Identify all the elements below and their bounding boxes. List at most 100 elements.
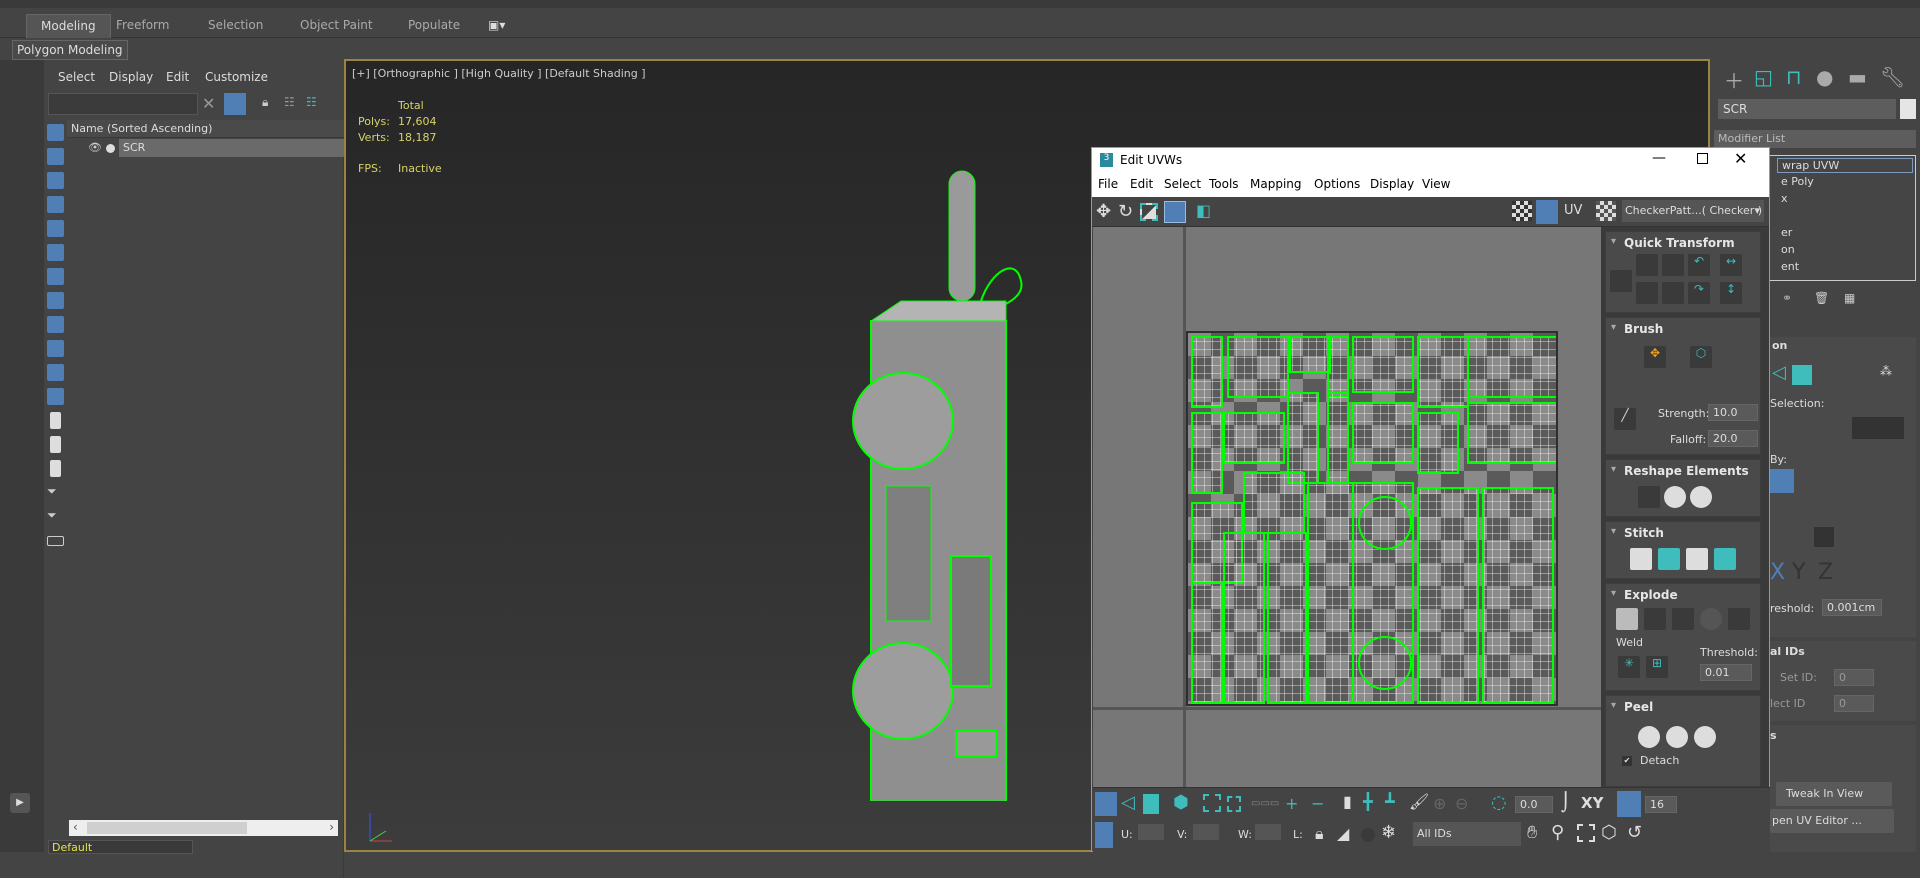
zoom-icon[interactable]: ⚲ <box>1551 822 1564 843</box>
shapes-filter-icon[interactable] <box>47 148 64 165</box>
polygon-mode-icon[interactable] <box>1143 794 1159 814</box>
uv-island[interactable] <box>1327 336 1349 398</box>
tab-selection[interactable]: Selection <box>208 14 263 38</box>
make-unique-icon[interactable]: ⚭ <box>1782 291 1792 305</box>
grow-ring-icon[interactable]: ╋ <box>1363 792 1373 811</box>
snap-icon[interactable]: ↺ <box>1627 822 1642 843</box>
selection-set-icon[interactable] <box>47 536 64 546</box>
set-pivot-icon[interactable] <box>1610 270 1632 292</box>
brush-falloff-icon[interactable]: ╱ <box>1614 408 1636 430</box>
select-id-spinner[interactable]: 0 <box>1834 695 1874 712</box>
u-field[interactable] <box>1138 824 1164 840</box>
none-filter-icon[interactable] <box>50 436 61 453</box>
create-tab-icon[interactable]: ＋ <box>1724 65 1744 94</box>
absolute-offset-icon[interactable] <box>1095 822 1113 848</box>
set-id-spinner[interactable]: 0 <box>1834 669 1874 686</box>
rollout-title[interactable]: Quick Transform <box>1611 236 1735 250</box>
uv-island[interactable] <box>1267 532 1307 704</box>
freeform-icon[interactable] <box>1164 201 1186 223</box>
align-v-left-icon[interactable] <box>1636 282 1658 304</box>
soft-selection-icon[interactable]: ◌ <box>1491 792 1507 813</box>
weld-selected-icon[interactable]: ✳ <box>1618 656 1640 678</box>
play-icon[interactable]: ▶ <box>10 793 30 813</box>
peel-mode-icon[interactable] <box>1666 726 1688 748</box>
uv-island[interactable] <box>1417 487 1479 704</box>
falloff-curve-icon[interactable]: ⌡ <box>1561 792 1570 813</box>
render-icon[interactable] <box>106 144 115 153</box>
v-field[interactable] <box>1193 824 1219 840</box>
column-header-name[interactable]: Name (Sorted Ascending) <box>67 120 344 138</box>
uv-island[interactable] <box>1307 482 1354 704</box>
zoom-region-icon[interactable] <box>1577 824 1595 842</box>
utilities-tab-icon[interactable]: 🔧︎ <box>1880 65 1905 89</box>
w-field[interactable] <box>1255 824 1281 840</box>
uv-island[interactable] <box>1191 336 1223 408</box>
y-axis-button[interactable]: Y <box>1792 560 1805 585</box>
containers-filter-icon[interactable] <box>47 340 64 357</box>
hide-icon[interactable]: ◢ <box>1337 824 1349 843</box>
lock-icon[interactable]: 🔒︎ <box>262 95 268 110</box>
pan-icon[interactable]: ✋︎ <box>1527 822 1537 843</box>
uv-island[interactable] <box>1467 402 1558 464</box>
uv-island[interactable] <box>1417 412 1459 474</box>
uv-island[interactable] <box>1352 336 1414 393</box>
edge-distance-icon[interactable] <box>1617 791 1641 817</box>
menu-file[interactable]: File <box>1098 177 1118 191</box>
isolate-icon[interactable] <box>1361 828 1375 842</box>
cameras-filter-icon[interactable] <box>47 196 64 213</box>
checker-icon[interactable] <box>1512 201 1532 221</box>
close-button[interactable]: ✕ <box>1734 149 1747 168</box>
tab-freeform[interactable]: Freeform <box>116 14 169 38</box>
shrink-brush-icon[interactable]: ⊖ <box>1455 794 1468 813</box>
menu-edit[interactable]: Edit <box>1130 177 1153 191</box>
uv-island[interactable] <box>1223 532 1265 704</box>
uv-island[interactable] <box>1327 392 1349 484</box>
enlarge-brush-icon[interactable]: ⊕ <box>1433 794 1446 813</box>
spacewarps-filter-icon[interactable] <box>47 244 64 261</box>
detach-checkbox[interactable]: ✔ <box>1622 756 1632 766</box>
move-icon[interactable]: ✥ <box>1096 201 1111 222</box>
stitch-custom-icon[interactable] <box>1630 548 1652 570</box>
polygon-modeling-button[interactable]: Polygon Modeling <box>12 40 128 60</box>
vertex-mode-icon[interactable] <box>1095 792 1117 816</box>
clear-icon[interactable]: ✕ <box>202 94 215 113</box>
rotate-ccw-icon[interactable]: ↶ <box>1688 254 1710 276</box>
bones-filter-icon[interactable] <box>47 316 64 333</box>
hierarchy-icon[interactable]: ☷ <box>284 95 295 109</box>
hierarchy-tab-icon[interactable]: ⊓ <box>1786 65 1802 89</box>
stack-item[interactable]: ent <box>1781 260 1799 273</box>
select-by-element-icon[interactable]: ⁂ <box>1880 364 1892 378</box>
element-select-icon[interactable] <box>1792 365 1812 385</box>
uv-island[interactable] <box>1352 482 1414 704</box>
uv-island[interactable] <box>1223 412 1285 464</box>
weld-threshold-spinner[interactable]: 0.01 <box>1700 664 1752 681</box>
uv-island[interactable] <box>1287 392 1319 484</box>
straighten-selection-icon[interactable] <box>1638 486 1660 508</box>
mirror-icon[interactable]: ◧ <box>1196 201 1211 220</box>
rotate-icon[interactable]: ↻ <box>1118 201 1133 222</box>
ring-icon[interactable]: ▮ <box>1343 792 1352 811</box>
search-input[interactable] <box>48 93 198 115</box>
motion-tab-icon[interactable]: ● <box>1816 65 1833 89</box>
model-scr[interactable] <box>841 111 1081 801</box>
scroll-left-icon[interactable]: ‹ <box>73 820 78 834</box>
falloff-spinner[interactable]: 20.0 <box>1708 430 1758 447</box>
texture-dropdown[interactable]: CheckerPatt...( Checker ) ▾ <box>1622 200 1764 222</box>
tweak-in-view-button[interactable]: Tweak In View <box>1776 782 1892 806</box>
filter-icon[interactable]: ⏷ <box>47 508 64 525</box>
grow-selection-icon[interactable] <box>1203 794 1221 812</box>
stitch-target-icon[interactable] <box>1658 548 1680 570</box>
display-tab-icon[interactable]: ▬ <box>1848 65 1867 89</box>
maximize-button[interactable] <box>1697 153 1708 164</box>
stitch-source-icon[interactable] <box>1714 548 1736 570</box>
freeze-icon[interactable]: ❄ <box>1381 822 1396 843</box>
filter-icon[interactable] <box>224 93 246 115</box>
uv-island[interactable] <box>1417 336 1469 408</box>
stack-item[interactable]: wrap UVW <box>1777 158 1913 173</box>
rollout-title[interactable]: Peel <box>1611 700 1653 714</box>
visibility-icon[interactable]: 👁︎ <box>88 141 102 154</box>
menu-edit[interactable]: Edit <box>166 70 189 84</box>
layer-hierarchy-icon[interactable]: ☷ <box>306 95 317 109</box>
object-color-swatch[interactable] <box>1900 99 1916 119</box>
modifier-list-dropdown[interactable]: Modifier List <box>1714 130 1916 148</box>
